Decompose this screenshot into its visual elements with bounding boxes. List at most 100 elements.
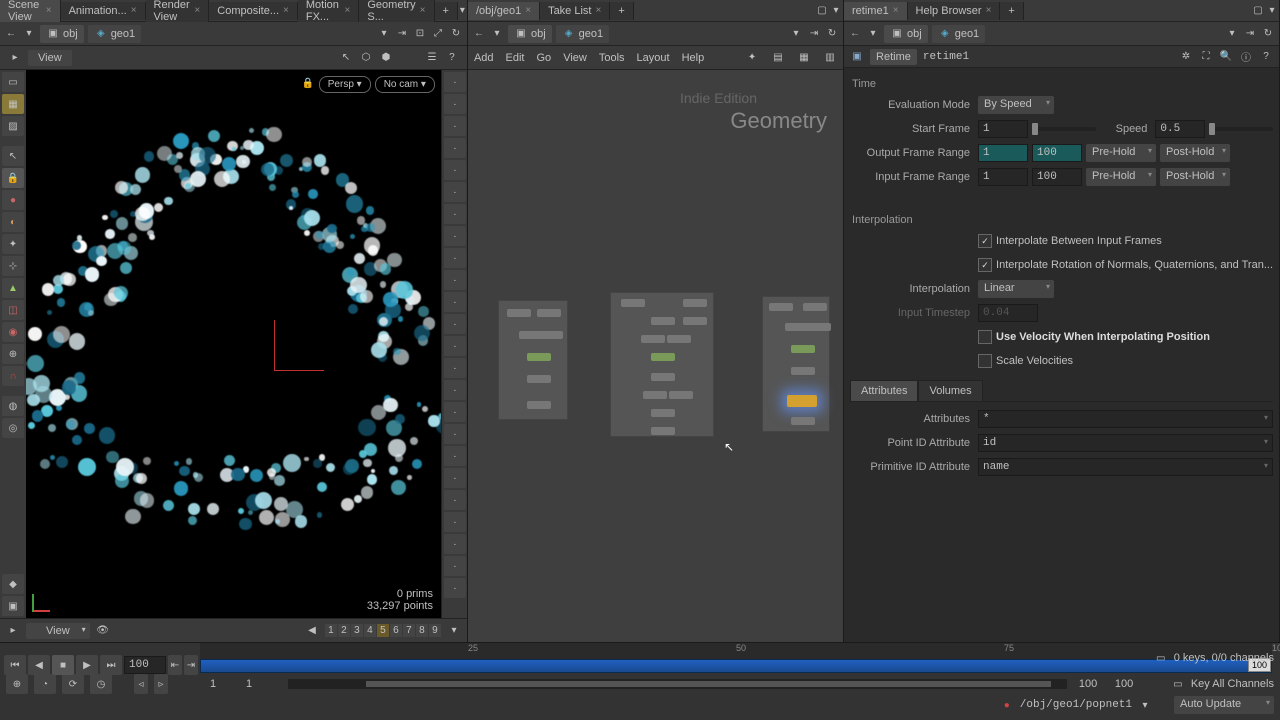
display-option-icon[interactable]: ·: [444, 380, 466, 400]
key-button[interactable]: ⊕: [6, 674, 28, 694]
maximize-icon[interactable]: ▢: [815, 4, 829, 18]
network-editor[interactable]: Indie Edition Geometry: [468, 70, 843, 642]
in-end-input[interactable]: [1032, 168, 1082, 186]
key-all-channels[interactable]: Key All Channels: [1191, 678, 1274, 690]
use-velocity-checkbox[interactable]: [978, 330, 992, 344]
current-frame-input[interactable]: [124, 656, 166, 674]
menu-go[interactable]: Go: [537, 52, 552, 64]
tab-take-list[interactable]: Take List×: [540, 2, 610, 20]
display-option-icon[interactable]: ·: [444, 226, 466, 246]
display-option-icon[interactable]: ·: [444, 292, 466, 312]
close-icon[interactable]: ×: [46, 5, 52, 16]
interp-frames-checkbox[interactable]: [978, 234, 992, 248]
sphere-icon[interactable]: ●: [2, 190, 24, 210]
tool-icon[interactable]: ▨: [2, 116, 24, 136]
next-key-button[interactable]: ▹: [154, 674, 168, 694]
channel-list-icon[interactable]: ▭: [1171, 677, 1185, 691]
channel-icon[interactable]: ▭: [1154, 651, 1168, 665]
display-option-icon[interactable]: ·: [444, 138, 466, 158]
path-geo1[interactable]: ◈geo1: [88, 25, 141, 43]
tab-obj-geo1[interactable]: /obj/geo1×: [468, 2, 540, 20]
out-posthold-dropdown[interactable]: Post-Hold: [1160, 144, 1230, 162]
history-icon[interactable]: ▾: [866, 27, 880, 41]
eye-icon[interactable]: 👁: [96, 624, 110, 638]
range-slider[interactable]: [288, 679, 1067, 689]
info-icon[interactable]: ⓘ: [1239, 50, 1253, 64]
autokey-button[interactable]: ⟳: [62, 674, 84, 694]
tree-icon[interactable]: ▥: [823, 51, 837, 65]
display-option-icon[interactable]: ·: [444, 578, 466, 598]
view-menu-icon[interactable]: ▸: [8, 51, 22, 65]
clock-icon[interactable]: ◷: [90, 674, 112, 694]
grid-icon[interactable]: ▦: [797, 51, 811, 65]
update-mode-dropdown[interactable]: Auto Update: [1174, 696, 1274, 714]
in-start-input[interactable]: [978, 168, 1028, 186]
scale-velocities-checkbox[interactable]: [978, 354, 992, 368]
add-tab[interactable]: +: [1000, 2, 1023, 20]
link-icon[interactable]: ⇥: [395, 27, 409, 41]
scope-button[interactable]: ◔: [34, 674, 56, 694]
history-icon[interactable]: ▾: [490, 27, 504, 41]
path-obj[interactable]: ▣obj: [884, 25, 928, 43]
display-option-icon[interactable]: ·: [444, 512, 466, 532]
search-icon[interactable]: 🔍: [1219, 50, 1233, 64]
lasso-icon[interactable]: ⬡: [359, 51, 373, 65]
wand-icon[interactable]: ✦: [745, 51, 759, 65]
selected-tool-icon[interactable]: ▦: [2, 94, 24, 114]
history-icon[interactable]: ▾: [22, 27, 36, 41]
realtime-toggle[interactable]: ⇤: [168, 655, 182, 675]
camera-dropdown[interactable]: No cam ▾: [375, 76, 435, 93]
filter-icon[interactable]: ⛶: [1199, 50, 1213, 64]
prim-id-input[interactable]: name: [978, 458, 1273, 476]
refresh-icon[interactable]: ↻: [1261, 27, 1275, 41]
out-end-input[interactable]: [1032, 144, 1082, 162]
back-icon[interactable]: ←: [4, 27, 18, 41]
tool-icon[interactable]: ⊕: [2, 344, 24, 364]
refresh-icon[interactable]: ↻: [825, 27, 839, 41]
display-option-icon[interactable]: ·: [444, 270, 466, 290]
stop-button[interactable]: ■: [52, 655, 74, 675]
menu-view[interactable]: View: [563, 52, 587, 64]
capture-icon[interactable]: ⊡: [413, 27, 427, 41]
select-icon[interactable]: ▭: [2, 72, 24, 92]
start-frame-slider[interactable]: [1032, 127, 1096, 131]
help-icon[interactable]: ?: [1259, 50, 1273, 64]
display-option-icon[interactable]: ·: [444, 204, 466, 224]
toolbar-icon[interactable]: ☰: [425, 51, 439, 65]
add-tab[interactable]: +: [610, 2, 633, 20]
menu-edit[interactable]: Edit: [506, 52, 525, 64]
arrow-tool-icon[interactable]: ↖: [2, 146, 24, 166]
brush-icon[interactable]: ⬢: [379, 51, 393, 65]
magnet-icon[interactable]: ∩: [2, 366, 24, 386]
maximize-icon[interactable]: ▢: [1251, 4, 1265, 18]
pane-menu-icon[interactable]: ▾: [458, 4, 467, 18]
play-button[interactable]: ▶: [76, 655, 98, 675]
display-option-icon[interactable]: ·: [444, 160, 466, 180]
menu-add[interactable]: Add: [474, 52, 494, 64]
link-icon[interactable]: ⇥: [807, 27, 821, 41]
cook-icon[interactable]: ●: [1000, 698, 1014, 712]
pin-icon[interactable]: ▾: [377, 27, 391, 41]
3d-viewport[interactable]: 🔒 Persp ▾ No cam ▾ 0 prims 33,297 points: [26, 70, 441, 618]
node-name-input[interactable]: retime1: [923, 51, 969, 63]
back-icon[interactable]: ←: [848, 27, 862, 41]
view-mode-button[interactable]: View: [28, 50, 72, 66]
last-frame-button[interactable]: ⏭: [100, 655, 122, 675]
display-option-icon[interactable]: ·: [444, 248, 466, 268]
tool-icon[interactable]: ◉: [2, 322, 24, 342]
in-prehold-dropdown[interactable]: Pre-Hold: [1086, 168, 1156, 186]
prev-frame-button[interactable]: ◀: [28, 655, 50, 675]
pane-menu-icon[interactable]: ▾: [829, 4, 843, 18]
display-option-icon[interactable]: ·: [444, 94, 466, 114]
display-option-icon[interactable]: ·: [444, 424, 466, 444]
in-posthold-dropdown[interactable]: Post-Hold: [1160, 168, 1230, 186]
pin-icon[interactable]: ▾: [1225, 27, 1239, 41]
display-option-icon[interactable]: ·: [444, 556, 466, 576]
start-frame-input[interactable]: [978, 120, 1028, 138]
select-tool-icon[interactable]: ↖: [339, 51, 353, 65]
lock-icon[interactable]: 🔒: [301, 76, 315, 90]
out-start-input[interactable]: [978, 144, 1028, 162]
display-options-icon[interactable]: ▸: [6, 624, 20, 638]
pane-menu-icon[interactable]: ▾: [1265, 4, 1279, 18]
back-icon[interactable]: ←: [472, 27, 486, 41]
